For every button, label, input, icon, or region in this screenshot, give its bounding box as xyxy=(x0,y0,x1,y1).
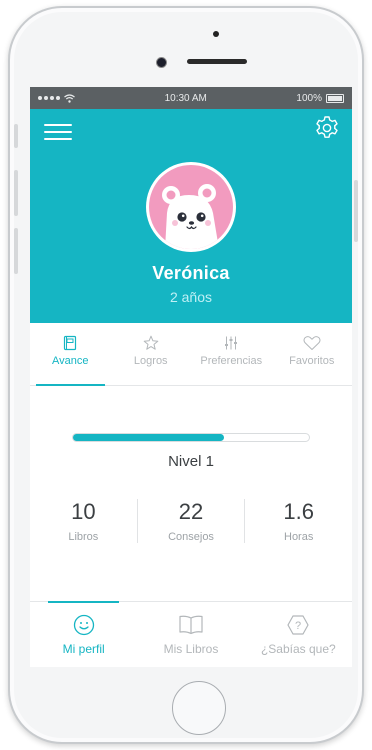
profile-name: Verónica xyxy=(152,263,230,283)
stat-value: 22 xyxy=(178,499,204,524)
bear-avatar-icon xyxy=(149,165,233,249)
question-icon: ? xyxy=(287,615,309,635)
tab-label: Avance xyxy=(52,355,89,367)
tab-label: Logros xyxy=(133,355,168,367)
level-progress-bar xyxy=(72,433,310,442)
stat-label: Consejos xyxy=(168,531,214,543)
stat-horas: 1.6 Horas xyxy=(244,499,352,543)
bottom-navigation: Mi perfil Mis Libros ? ¿Sabías que? xyxy=(30,601,352,667)
svg-text:?: ? xyxy=(295,620,301,632)
stats-row: 10 Libros 22 Consejos 1.6 Horas xyxy=(30,499,352,543)
battery-icon xyxy=(326,93,344,103)
tab-favoritos[interactable]: Favoritos xyxy=(272,323,353,385)
gear-icon[interactable] xyxy=(314,115,340,141)
tab-label: Preferencias xyxy=(200,355,263,367)
nav-label: ¿Sabías que? xyxy=(260,642,336,656)
heart-icon xyxy=(303,336,321,350)
stat-libros: 10 Libros xyxy=(30,499,137,543)
proximity-sensor xyxy=(213,31,219,37)
smiley-icon xyxy=(73,614,94,636)
progress-fill xyxy=(73,434,225,441)
status-time: 10:30 AM xyxy=(164,92,207,104)
nav-mis-libros[interactable]: Mis Libros xyxy=(137,602,244,667)
battery-group: 100% xyxy=(296,93,344,104)
tab-label: Favoritos xyxy=(289,355,335,367)
notebook-icon xyxy=(64,335,77,351)
battery-percent: 100% xyxy=(296,92,322,104)
avatar[interactable] xyxy=(146,162,236,252)
sliders-icon xyxy=(225,336,238,350)
tab-avance[interactable]: Avance xyxy=(30,323,111,386)
level-label: Nivel 1 xyxy=(168,453,214,470)
signal-group xyxy=(38,93,75,103)
star-icon xyxy=(143,335,159,350)
volume-up-button xyxy=(14,170,18,216)
earpiece-speaker xyxy=(187,59,247,64)
profile-age: 2 años xyxy=(169,289,213,305)
hamburger-menu-icon[interactable] xyxy=(44,119,72,141)
app-screen: 10:30 AM 100% Verónica 2 años Avance Log… xyxy=(30,87,352,667)
stat-label: Libros xyxy=(68,531,99,543)
status-bar: 10:30 AM 100% xyxy=(30,87,352,109)
wifi-icon xyxy=(64,93,75,103)
nav-sabias-que[interactable]: ? ¿Sabías que? xyxy=(245,602,352,667)
profile-header: Verónica 2 años xyxy=(30,109,352,323)
power-button xyxy=(354,180,358,242)
profile-tabs: Avance Logros Preferencias Favoritos xyxy=(30,323,352,386)
stat-value: 1.6 xyxy=(283,499,314,524)
tab-preferencias[interactable]: Preferencias xyxy=(191,323,272,385)
nav-mi-perfil[interactable]: Mi perfil xyxy=(30,601,137,667)
nav-label: Mi perfil xyxy=(62,642,105,656)
tab-logros[interactable]: Logros xyxy=(111,323,192,385)
stat-label: Horas xyxy=(284,531,314,543)
volume-down-button xyxy=(14,228,18,274)
mute-switch xyxy=(14,124,18,148)
signal-icon xyxy=(38,96,60,100)
stat-consejos: 22 Consejos xyxy=(136,499,245,543)
home-button[interactable] xyxy=(172,681,226,735)
book-icon xyxy=(179,615,203,635)
nav-label: Mis Libros xyxy=(163,642,219,656)
stat-value: 10 xyxy=(71,499,96,524)
front-camera xyxy=(156,57,167,68)
